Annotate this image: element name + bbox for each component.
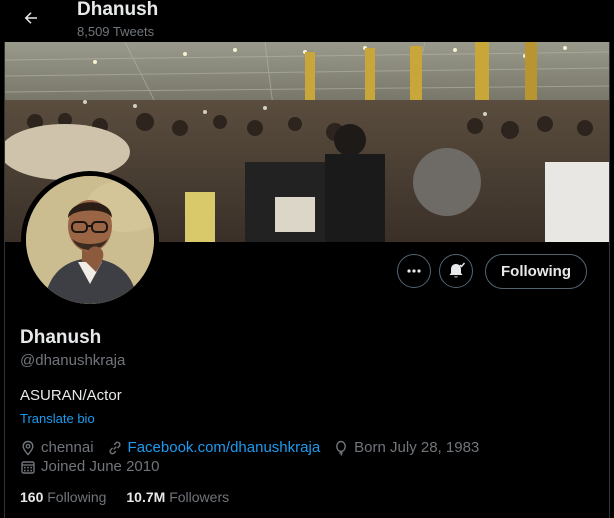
link-icon (108, 441, 121, 454)
back-button[interactable] (16, 6, 46, 30)
website-link[interactable]: Facebook.com/dhanushkraja (128, 439, 321, 456)
followers-stat-label: Followers (169, 489, 230, 505)
header-title: Dhanush (77, 0, 159, 20)
notification-bell-icon (449, 262, 466, 278)
tweet-count: 8,509 Tweets (77, 24, 155, 39)
profile-joined-row: Joined June 2010 (20, 458, 172, 475)
profile-header: Dhanush 8,509 Tweets (0, 0, 614, 42)
followers-stat-link[interactable]: 10.7M Followers (126, 489, 229, 505)
location-icon (22, 440, 34, 456)
avatar-portrait (26, 176, 154, 304)
followers-count: 10.7M (126, 489, 170, 505)
profile-bio: ASURAN/Actor (20, 387, 122, 404)
profile-meta-row: chennai Facebook.com/dhanushkraja Born J… (20, 439, 492, 456)
more-icon (407, 269, 421, 273)
following-stat-label: Following (47, 489, 107, 505)
back-arrow-icon (24, 12, 37, 24)
location-item: chennai (20, 439, 94, 456)
translate-bio-link[interactable]: Translate bio (20, 411, 95, 426)
notifications-button[interactable] (439, 254, 473, 288)
follow-stats: 160 Following 10.7M Followers (20, 489, 249, 505)
following-button[interactable]: Following (485, 254, 587, 289)
avatar[interactable] (26, 176, 154, 304)
calendar-icon (21, 460, 35, 474)
following-stat-link[interactable]: 160 Following (20, 489, 106, 505)
joined-item: Joined June 2010 (20, 458, 159, 475)
column-border-right (609, 42, 610, 518)
location-text: chennai (41, 439, 94, 456)
joined-text: Joined June 2010 (41, 458, 160, 475)
more-options-button[interactable] (397, 254, 431, 288)
birthday-text: Born July 28, 1983 (354, 439, 480, 456)
birthday-balloon-icon (336, 440, 347, 456)
birthday-item: Born July 28, 1983 (333, 439, 479, 456)
profile-handle: @dhanushkraja (20, 352, 126, 369)
website-item: Facebook.com/dhanushkraja (107, 439, 321, 456)
following-count: 160 (20, 489, 48, 505)
profile-name: Dhanush (20, 327, 102, 348)
